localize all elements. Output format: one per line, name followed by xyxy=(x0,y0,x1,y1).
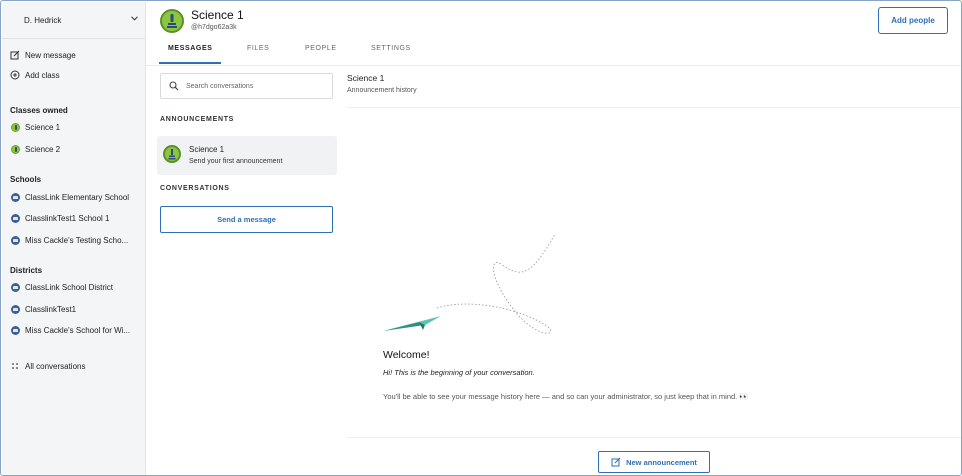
school-icon xyxy=(10,235,20,245)
sidebar-item-district[interactable]: Miss Cackle's School for Wi... xyxy=(10,323,130,337)
class-code: @h7dgo62a3k xyxy=(191,24,237,31)
school-icon xyxy=(10,213,20,223)
class-avatar-icon xyxy=(10,144,20,154)
new-message-button[interactable]: New message xyxy=(10,48,76,62)
compose-icon xyxy=(10,50,20,60)
tab-settings[interactable]: SETTINGS xyxy=(371,45,411,52)
microscope-icon xyxy=(167,14,177,28)
district-icon xyxy=(10,282,20,292)
microscope-icon xyxy=(168,149,176,160)
class-header: Science 1 @h7dgo62a3k Add people MESSAGE… xyxy=(146,2,961,66)
conversations-heading: CONVERSATIONS xyxy=(160,185,230,192)
add-class-label: Add class xyxy=(25,70,60,80)
user-menu[interactable]: D. Hedrick xyxy=(2,2,146,39)
announcements-heading: ANNOUNCEMENTS xyxy=(160,116,235,123)
class-avatar-icon xyxy=(10,122,20,132)
search-placeholder: Search conversations xyxy=(186,82,254,90)
sidebar-item-label: Miss Cackle's School for Wi... xyxy=(25,325,131,335)
chevron-down-icon xyxy=(131,14,138,23)
announcement-item[interactable]: Science 1 Send your first announcement xyxy=(157,136,337,175)
sidebar-item-label: Miss Cackle's Testing Scho... xyxy=(25,235,129,245)
sidebar-item-label: ClasslinkTest1 School 1 xyxy=(25,213,110,223)
welcome-body: You'll be able to see your message histo… xyxy=(383,392,749,401)
tab-messages[interactable]: MESSAGES xyxy=(168,45,212,52)
new-announcement-button[interactable]: New announcement xyxy=(598,451,710,473)
sidebar-item-district[interactable]: ClasslinkTest1 xyxy=(10,302,76,316)
grid-dots-icon xyxy=(10,361,20,371)
send-message-button[interactable]: Send a message xyxy=(160,206,333,233)
conversation-subtitle: Announcement history xyxy=(347,87,417,94)
app-window: D. Hedrick New message Add class Classes… xyxy=(0,0,962,476)
conversation-title: Science 1 xyxy=(347,73,385,83)
sidebar-item-label: Science 1 xyxy=(25,122,61,132)
divider xyxy=(347,107,961,108)
user-name: D. Hedrick xyxy=(24,15,62,25)
active-tab-indicator xyxy=(159,62,221,64)
sidebar-item-science-2[interactable]: Science 2 xyxy=(10,142,60,156)
classes-heading: Classes owned xyxy=(10,106,68,115)
district-icon xyxy=(10,304,20,314)
tab-people[interactable]: PEOPLE xyxy=(305,45,337,52)
search-icon xyxy=(169,81,179,91)
add-class-button[interactable]: Add class xyxy=(10,68,60,82)
sidebar: D. Hedrick New message Add class Classes… xyxy=(2,2,146,475)
school-icon xyxy=(10,192,20,202)
all-conversations-label: All conversations xyxy=(25,361,86,371)
sidebar-item-label: ClassLink School District xyxy=(25,282,114,292)
new-message-label: New message xyxy=(25,50,76,60)
districts-heading: Districts xyxy=(10,266,43,275)
divider xyxy=(347,437,961,438)
sidebar-item-school[interactable]: Miss Cackle's Testing Scho... xyxy=(10,233,128,247)
all-conversations-link[interactable]: All conversations xyxy=(10,359,85,373)
search-input[interactable]: Search conversations xyxy=(160,73,333,99)
tab-files[interactable]: FILES xyxy=(247,45,269,52)
paper-plane-illustration xyxy=(383,233,556,334)
announcement-title: Science 1 xyxy=(189,145,225,154)
compose-icon xyxy=(611,457,621,467)
sidebar-item-label: Science 2 xyxy=(25,144,61,154)
sidebar-item-label: ClassLink Elementary School xyxy=(25,192,130,202)
class-title: Science 1 xyxy=(191,8,244,22)
plus-circle-icon xyxy=(10,70,20,80)
new-announcement-label: New announcement xyxy=(626,457,697,467)
sidebar-item-science-1[interactable]: Science 1 xyxy=(10,120,60,134)
class-avatar xyxy=(160,9,184,33)
sidebar-item-school[interactable]: ClasslinkTest1 School 1 xyxy=(10,211,109,225)
welcome-intro: Hi! This is the beginning of your conver… xyxy=(383,368,535,377)
sidebar-item-label: ClasslinkTest1 xyxy=(25,304,77,314)
class-avatar xyxy=(163,145,181,163)
announcement-subtitle: Send your first announcement xyxy=(189,158,283,165)
welcome-heading: Welcome! xyxy=(383,349,430,361)
sidebar-item-district[interactable]: ClassLink School District xyxy=(10,280,113,294)
sidebar-item-school[interactable]: ClassLink Elementary School xyxy=(10,190,129,204)
add-people-button[interactable]: Add people xyxy=(878,7,948,34)
schools-heading: Schools xyxy=(10,175,42,184)
district-icon xyxy=(10,325,20,335)
